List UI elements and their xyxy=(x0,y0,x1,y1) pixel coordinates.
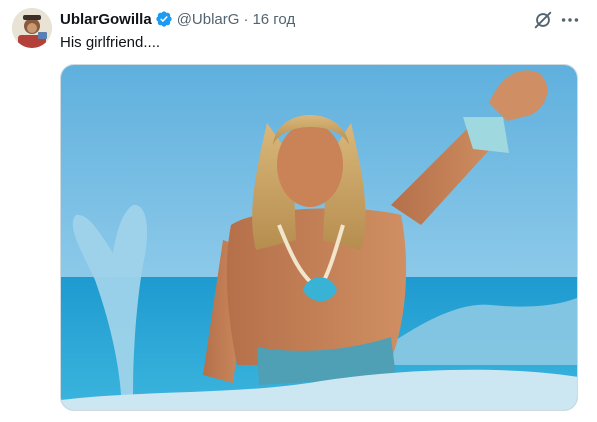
tweet-text: His girlfriend.... xyxy=(60,34,161,51)
display-name[interactable]: UblarGowilla xyxy=(60,11,152,28)
tweet-media[interactable] xyxy=(60,64,578,411)
avatar-image xyxy=(12,8,52,48)
more-options-icon[interactable] xyxy=(559,9,581,31)
tweet-timestamp[interactable]: 16 год xyxy=(252,11,295,28)
verified-badge-icon xyxy=(156,11,172,27)
header-separator: · xyxy=(243,10,249,28)
user-handle[interactable]: @UblarG xyxy=(177,11,240,28)
grok-icon[interactable] xyxy=(532,9,554,31)
tweet-header: UblarGowilla @UblarG · 16 год xyxy=(60,9,295,29)
media-image xyxy=(61,65,577,410)
user-avatar[interactable] xyxy=(12,8,52,48)
